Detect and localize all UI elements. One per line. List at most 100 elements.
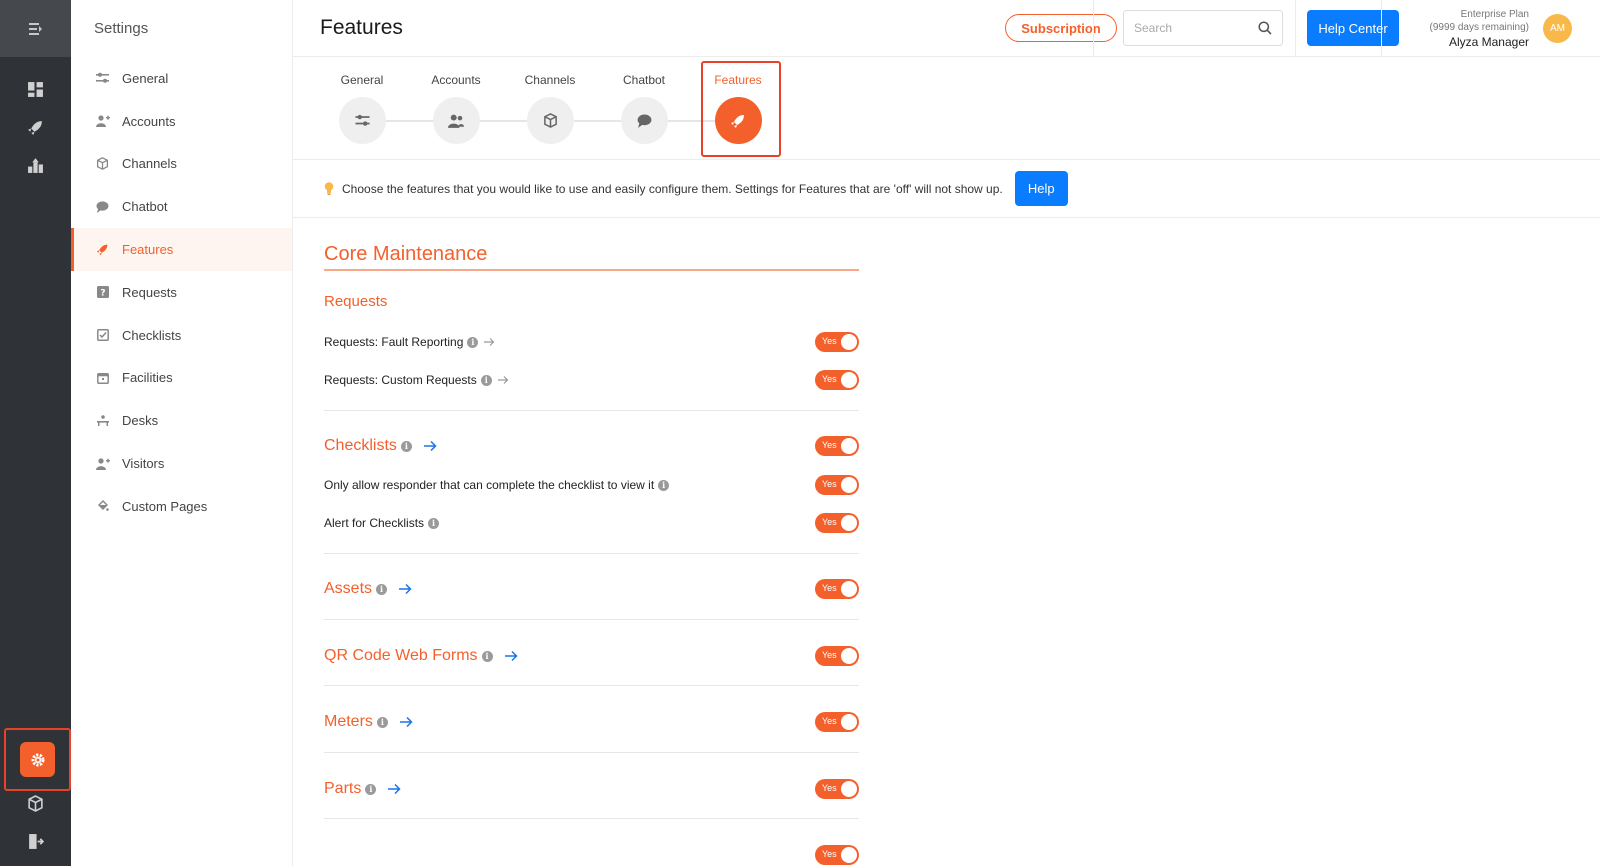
sidebar-item-desks[interactable]: Desks bbox=[71, 399, 292, 442]
step-features[interactable]: Features bbox=[690, 57, 786, 160]
toggle-meters[interactable]: Yes bbox=[815, 712, 859, 732]
svg-text:?: ? bbox=[100, 289, 105, 299]
toggle-parts[interactable]: Yes bbox=[815, 779, 859, 799]
step-circle bbox=[526, 97, 574, 144]
help-button[interactable]: Help bbox=[1014, 171, 1068, 206]
sidebar-item-facilities[interactable]: Facilities bbox=[71, 357, 292, 400]
toggle-alert-for-checklists[interactable]: Yes bbox=[815, 513, 859, 533]
arrow-right-icon[interactable] bbox=[388, 783, 401, 795]
feature-label: Requests: Fault Reporting bbox=[324, 335, 464, 349]
sidebar-item-label: Accounts bbox=[122, 113, 176, 129]
section-title: Core Maintenance bbox=[324, 243, 488, 265]
sidebar-item-label: Visitors bbox=[122, 456, 165, 472]
toggle-qr-code-web-forms[interactable]: Yes bbox=[815, 646, 859, 666]
step-label: Accounts bbox=[431, 73, 481, 87]
cube-icon bbox=[543, 113, 557, 128]
avatar[interactable]: AM bbox=[1543, 14, 1572, 43]
toggle-only-allow-responder[interactable]: Yes bbox=[815, 475, 859, 495]
search-icon[interactable] bbox=[1258, 21, 1272, 35]
feature-row-custom-requests: Requests: Custom Requests i Yes bbox=[324, 370, 859, 390]
sidebar-item-chatbot[interactable]: Chatbot bbox=[71, 185, 292, 228]
sidebar-item-visitors[interactable]: Visitors bbox=[71, 442, 292, 485]
toggle-knob bbox=[841, 334, 857, 350]
info-icon[interactable]: i bbox=[658, 479, 670, 491]
sidebar-item-label: Channels bbox=[122, 156, 177, 172]
section-underline bbox=[324, 269, 859, 271]
info-icon[interactable]: i bbox=[376, 716, 388, 728]
arrow-right-icon[interactable] bbox=[484, 337, 495, 347]
menu-collapse-button[interactable] bbox=[0, 0, 71, 57]
arrow-right-icon[interactable] bbox=[399, 583, 412, 595]
feature-row-fault-reporting: Requests: Fault Reporting i Yes bbox=[324, 332, 859, 352]
group-title-requests: Requests bbox=[324, 293, 387, 310]
info-icon[interactable]: i bbox=[365, 783, 377, 795]
sidebar-item-label: Requests bbox=[122, 284, 177, 300]
app-rail bbox=[0, 0, 71, 866]
rocket-icon bbox=[95, 242, 110, 257]
step-circle bbox=[620, 97, 668, 144]
toggle-fault-reporting[interactable]: Yes bbox=[815, 332, 859, 352]
sliders-icon bbox=[354, 114, 370, 126]
rail-packages-button[interactable] bbox=[0, 784, 71, 822]
search-input[interactable] bbox=[1134, 21, 1254, 35]
group-title-qr-code-web-forms: QR Code Web Forms bbox=[324, 647, 478, 664]
info-icon[interactable]: i bbox=[400, 440, 412, 452]
sidebar-item-label: General bbox=[122, 70, 169, 86]
feature-row-parts: Parts i Yes bbox=[324, 778, 859, 800]
info-icon[interactable]: i bbox=[376, 583, 388, 595]
info-icon[interactable]: i bbox=[428, 517, 440, 529]
toggle-knob bbox=[841, 581, 857, 597]
sidebar-item-custom-pages[interactable]: Custom Pages bbox=[71, 485, 292, 528]
rail-launch-button[interactable] bbox=[0, 108, 71, 146]
feature-row-assets: Assets i Yes bbox=[324, 578, 859, 600]
sidebar-item-features[interactable]: Features bbox=[71, 228, 292, 271]
toggle-checklists[interactable]: Yes bbox=[815, 436, 859, 456]
toggle-knob bbox=[841, 847, 857, 863]
sidebar-item-general[interactable]: General bbox=[71, 57, 292, 100]
feature-stepper: General Accounts Channels Chatbot Featur… bbox=[293, 57, 1600, 160]
sidebar-item-label: Desks bbox=[122, 413, 159, 429]
toggle-knob bbox=[841, 781, 857, 797]
rail-analytics-button[interactable] bbox=[0, 146, 71, 184]
arrow-right-icon[interactable] bbox=[423, 440, 437, 452]
step-general[interactable]: General bbox=[314, 57, 410, 160]
help-center-button[interactable]: Help Center bbox=[1307, 10, 1399, 46]
arrow-right-icon[interactable] bbox=[504, 650, 518, 662]
rail-settings-button[interactable] bbox=[20, 742, 55, 777]
arrow-right-icon[interactable] bbox=[399, 716, 413, 728]
step-accounts[interactable]: Accounts bbox=[408, 57, 504, 160]
plan-info: Enterprise Plan (9999 days remaining) Al… bbox=[1411, 8, 1530, 50]
toggle-label: Yes bbox=[822, 583, 837, 593]
step-label: Features bbox=[714, 73, 762, 87]
step-channels[interactable]: Channels bbox=[502, 57, 598, 160]
toggle-assets[interactable]: Yes bbox=[815, 579, 859, 599]
sidebar-item-requests[interactable]: ? Requests bbox=[71, 271, 292, 314]
subscription-button[interactable]: Subscription bbox=[1005, 14, 1117, 42]
step-label: Chatbot bbox=[622, 73, 666, 87]
sidebar-item-channels[interactable]: Channels bbox=[71, 143, 292, 186]
feature-label: Requests: Custom Requests bbox=[324, 373, 477, 387]
group-title-label: Requests bbox=[324, 293, 388, 310]
toggle-next-feature[interactable]: Yes bbox=[815, 845, 859, 865]
rail-dashboard-button[interactable] bbox=[0, 70, 71, 108]
question-box-icon: ? bbox=[95, 285, 110, 300]
sidebar-item-checklists[interactable]: Checklists bbox=[71, 314, 292, 357]
desk-icon bbox=[95, 413, 110, 428]
info-icon[interactable]: i bbox=[480, 374, 492, 386]
rail-settings-highlight bbox=[4, 728, 71, 791]
lightbulb-icon bbox=[324, 182, 334, 195]
toggle-custom-requests[interactable]: Yes bbox=[815, 370, 859, 390]
toggle-label: Yes bbox=[822, 716, 837, 726]
divider bbox=[324, 752, 859, 753]
info-icon[interactable]: i bbox=[481, 650, 493, 662]
toggle-knob bbox=[841, 372, 857, 388]
sidebar-item-label: Checklists bbox=[122, 327, 182, 343]
sidebar-item-accounts[interactable]: Accounts bbox=[71, 100, 292, 143]
step-chatbot[interactable]: Chatbot bbox=[596, 57, 692, 160]
info-icon[interactable]: i bbox=[467, 336, 479, 348]
sidebar-title: Settings bbox=[94, 20, 149, 37]
toggle-label: Yes bbox=[822, 517, 837, 527]
arrow-right-icon[interactable] bbox=[497, 375, 509, 385]
rail-logout-button[interactable] bbox=[0, 822, 71, 860]
header-divider bbox=[1381, 0, 1382, 57]
